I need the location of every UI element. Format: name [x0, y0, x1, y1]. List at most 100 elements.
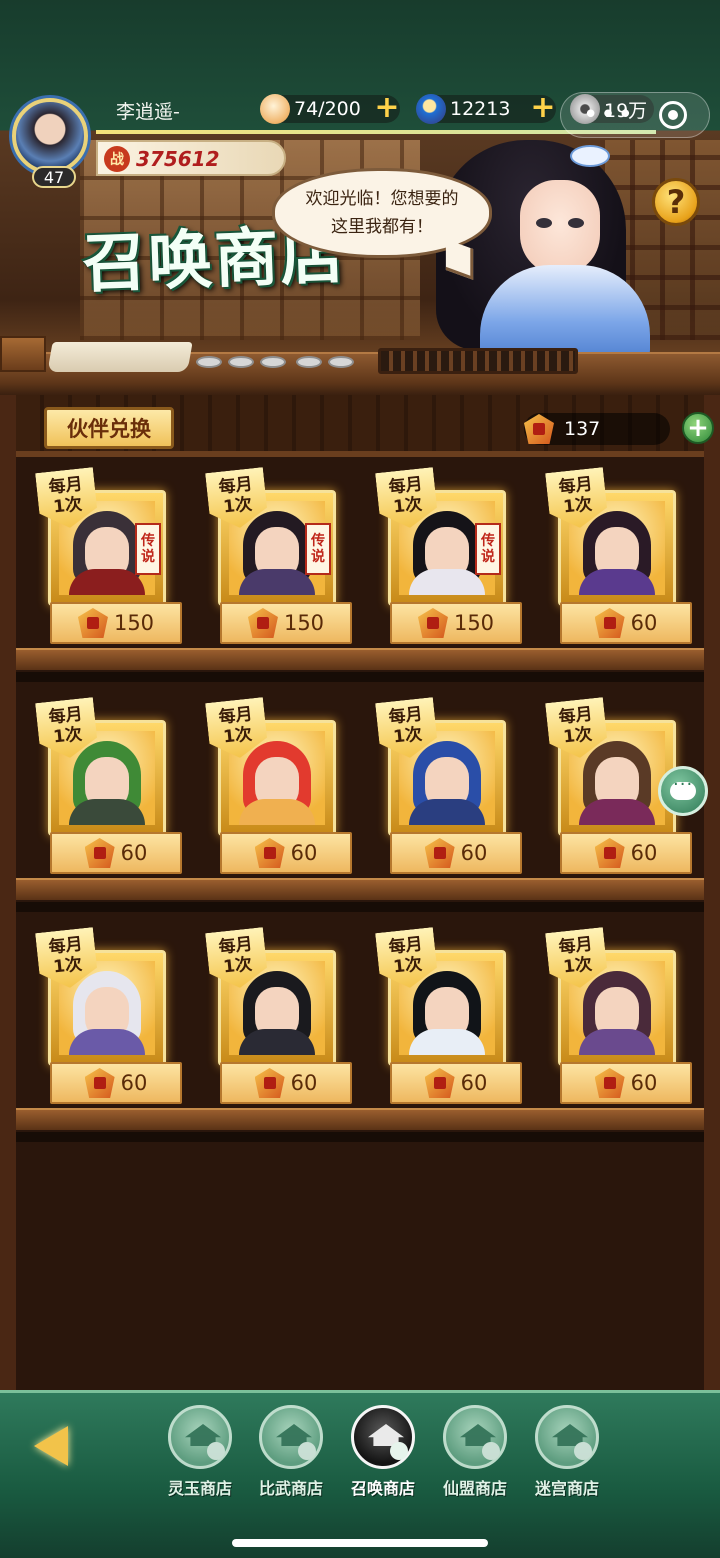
stamina-value: 74/200 — [294, 98, 361, 120]
price-button[interactable]: 60 — [220, 1062, 352, 1104]
cabinet-header: 伙伴兑换 137 + — [16, 395, 714, 457]
summon-token-icon — [84, 838, 115, 868]
partner-item[interactable]: 每月 1次 60 — [368, 930, 522, 1106]
summon-token-icon — [524, 414, 554, 444]
portrait-outfit — [69, 799, 145, 825]
portrait-outfit — [239, 799, 315, 825]
summon-token-icon — [77, 608, 108, 638]
player-avatar[interactable]: 47 — [8, 94, 94, 190]
more-menu-icon[interactable]: ••• — [583, 102, 635, 128]
portrait-outfit — [239, 1029, 315, 1055]
chat-button[interactable] — [658, 766, 708, 816]
partner-item[interactable]: 传说每月 1次 150 — [28, 470, 182, 646]
partner-item[interactable]: 每月 1次 60 — [538, 470, 692, 646]
summon-token-icon — [594, 838, 625, 868]
tab-jade-shop[interactable]: 灵玉商店 — [154, 1405, 246, 1505]
shelf-row: 传说每月 1次 150 传说每月 1次 150 传说每月 1次 150 每月 1次 60 — [16, 470, 704, 700]
miniprogram-capsule: ••• — [560, 92, 710, 138]
summon-token-icon — [247, 608, 278, 638]
price-value: 60 — [630, 1071, 658, 1095]
price-button[interactable]: 150 — [390, 602, 522, 644]
bottom-shop-nav: 灵玉商店 比武商店 召唤商店 仙盟商店 迷宫商店 — [0, 1390, 720, 1558]
nav-tab-label: 召唤商店 — [350, 1479, 415, 1498]
partner-item[interactable]: 每月 1次 60 — [28, 930, 182, 1106]
partner-exchange-tab[interactable]: 伙伴兑换 — [44, 407, 174, 449]
add-jade-button[interactable]: + — [530, 93, 556, 123]
price-value: 60 — [290, 1071, 318, 1095]
tab-guild-shop[interactable]: 仙盟商店 — [429, 1405, 521, 1505]
legendary-tag-char: 说 — [481, 549, 495, 565]
help-button[interactable]: ? — [652, 178, 700, 226]
stamina-currency: 74/200 + — [260, 93, 400, 124]
partner-item[interactable]: 传说每月 1次 150 — [368, 470, 522, 646]
price-value: 150 — [283, 611, 325, 635]
partner-item[interactable]: 每月 1次 60 — [368, 700, 522, 876]
close-miniprogram-icon[interactable] — [658, 101, 687, 129]
shop-scene: 召唤商店 欢迎光临！您想要的 这里我都有！ ? — [0, 0, 720, 395]
combat-power-bar: 战 375612 — [96, 140, 286, 176]
price-button[interactable]: 60 — [390, 832, 522, 874]
summon-token-icon — [254, 838, 285, 868]
jade-value: 12213 — [450, 98, 511, 120]
shelf-plank — [16, 1108, 704, 1142]
price-button[interactable]: 60 — [220, 832, 352, 874]
partner-item[interactable]: 每月 1次 60 — [538, 930, 692, 1106]
tab-arena-shop[interactable]: 比武商店 — [245, 1405, 337, 1505]
shop-pavilion-icon — [535, 1405, 599, 1469]
summon-token-icon — [254, 1068, 285, 1098]
price-button[interactable]: 150 — [220, 602, 352, 644]
price-value: 150 — [453, 611, 495, 635]
summon-token-icon — [594, 608, 625, 638]
partner-item[interactable]: 传说每月 1次 150 — [198, 470, 352, 646]
legendary-tag-char: 传 — [311, 533, 325, 549]
add-stamina-button[interactable]: + — [374, 93, 400, 123]
summon-token-icon — [594, 1068, 625, 1098]
player-name: 李逍遥- — [116, 101, 180, 123]
tab-summon-shop[interactable]: 召唤商店 — [337, 1405, 429, 1505]
price-button[interactable]: 60 — [560, 1062, 692, 1104]
legendary-tag-char: 传 — [481, 533, 495, 549]
price-value: 60 — [460, 1071, 488, 1095]
portrait-outfit — [239, 569, 315, 595]
add-token-button[interactable]: + — [682, 412, 714, 444]
partner-item[interactable]: 每月 1次 60 — [198, 700, 352, 876]
price-value: 60 — [630, 611, 658, 635]
price-value: 60 — [120, 1071, 148, 1095]
price-button[interactable]: 60 — [560, 832, 692, 874]
price-button[interactable]: 60 — [390, 1062, 522, 1104]
nav-tab-label: 仙盟商店 — [442, 1479, 507, 1498]
legendary-tag-char: 说 — [141, 549, 155, 565]
wooden-box — [0, 336, 46, 372]
price-button[interactable]: 60 — [50, 1062, 182, 1104]
open-book — [47, 342, 193, 372]
avatar[interactable] — [12, 98, 88, 174]
summon-token-icon — [424, 1068, 455, 1098]
legendary-tag-char: 说 — [311, 549, 325, 565]
partner-item[interactable]: 每月 1次 60 — [28, 700, 182, 876]
price-value: 60 — [290, 841, 318, 865]
greeting-line-2: 这里我都有！ — [331, 217, 433, 237]
portrait-outfit — [409, 1029, 485, 1055]
portrait-outfit — [69, 569, 145, 595]
legendary-tag-char: 传 — [141, 533, 155, 549]
home-indicator — [232, 1539, 488, 1547]
shelf-plank — [16, 878, 704, 912]
coin-pile — [196, 356, 286, 368]
price-button[interactable]: 60 — [50, 832, 182, 874]
shelf-row: 每月 1次 60 每月 1次 60 每月 1次 60 每月 1次 60 — [16, 700, 704, 930]
bun-icon — [260, 94, 290, 124]
portrait-outfit — [69, 1029, 145, 1055]
tab-maze-shop[interactable]: 迷宫商店 — [521, 1405, 613, 1505]
partner-item[interactable]: 每月 1次 60 — [198, 930, 352, 1106]
player-level-badge: 47 — [32, 166, 76, 188]
price-button[interactable]: 150 — [50, 602, 182, 644]
legendary-tag: 传说 — [475, 523, 501, 575]
shop-pavilion-icon — [351, 1405, 415, 1469]
back-button[interactable] — [20, 1423, 82, 1469]
shelf-row: 每月 1次 60 每月 1次 60 每月 1次 60 每月 1次 60 — [16, 930, 704, 1160]
jade-icon — [416, 94, 446, 124]
summon-token-icon — [84, 1068, 115, 1098]
portrait-outfit — [579, 1029, 655, 1055]
summon-token-icon — [417, 608, 448, 638]
price-button[interactable]: 60 — [560, 602, 692, 644]
